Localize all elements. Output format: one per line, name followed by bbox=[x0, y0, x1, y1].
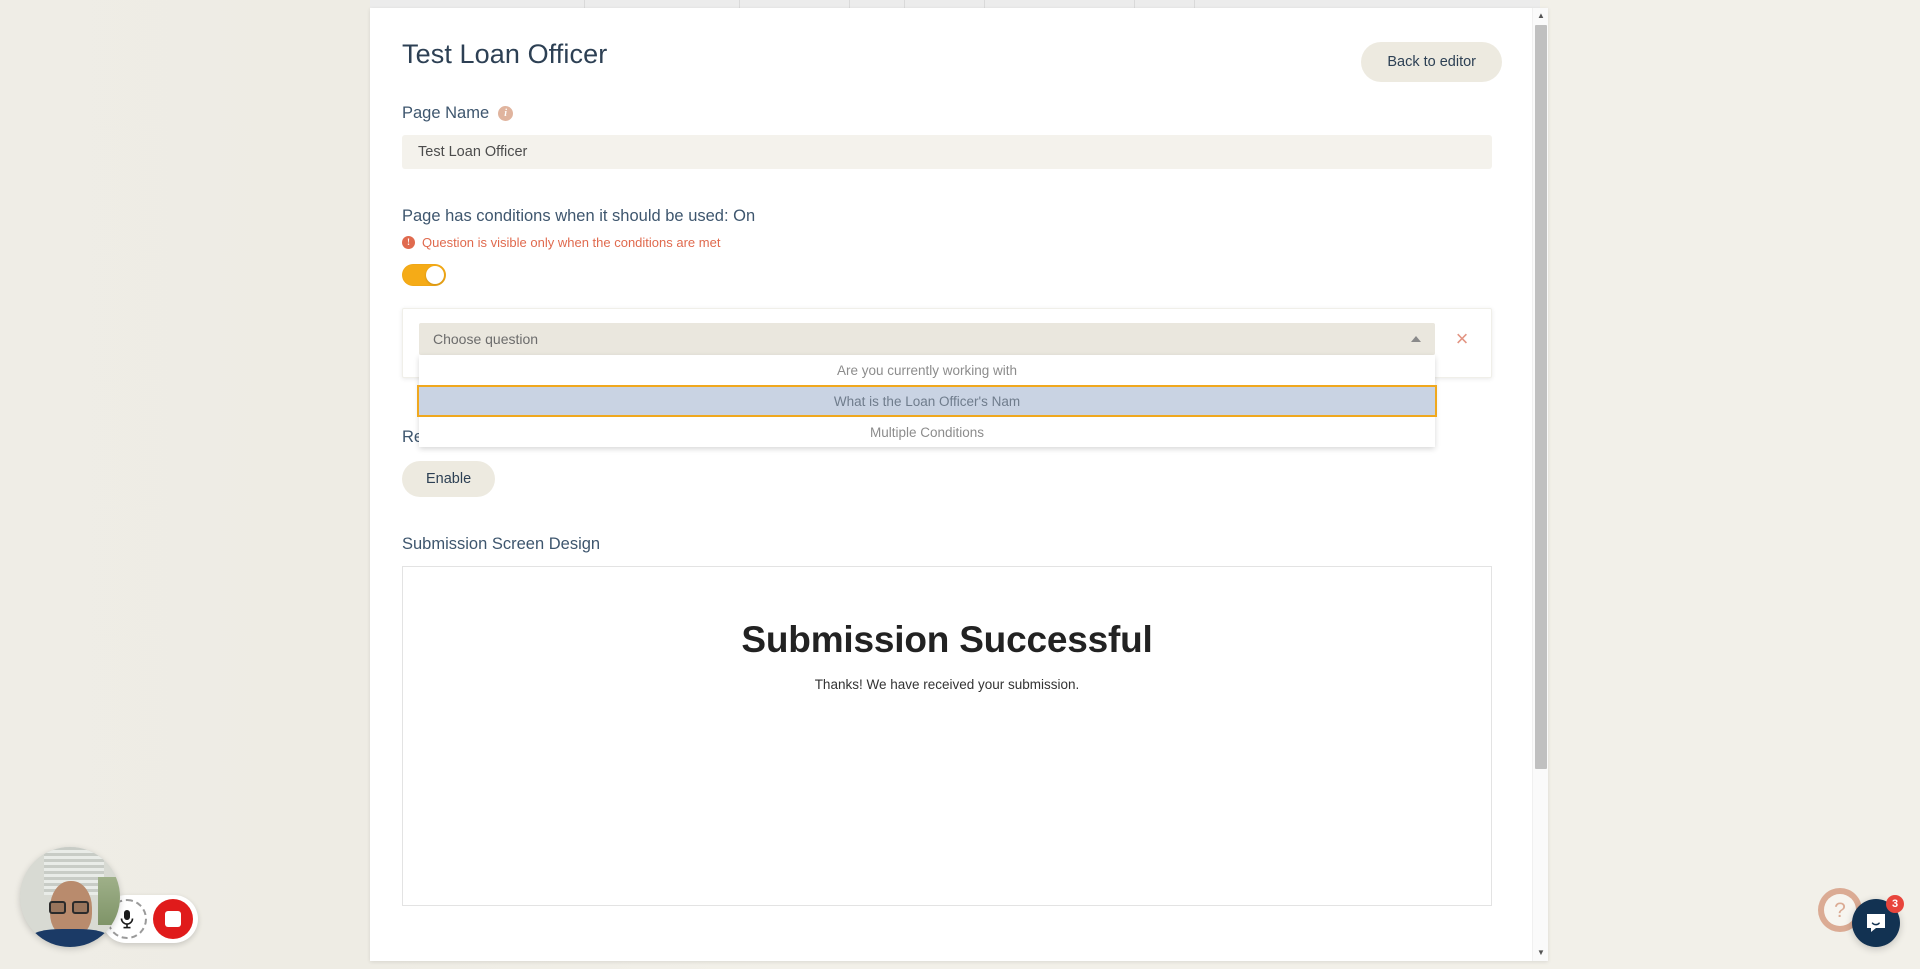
webcam-glasses-left bbox=[49, 901, 66, 914]
conditions-section: Page has conditions when it should be us… bbox=[402, 207, 1508, 286]
modal-header: Test Loan Officer Back to editor bbox=[402, 38, 1508, 82]
webcam-glasses-right bbox=[72, 901, 89, 914]
scrollbar-thumb[interactable] bbox=[1535, 25, 1547, 769]
webcam-preview[interactable] bbox=[20, 847, 120, 947]
question-select-placeholder: Choose question bbox=[433, 331, 539, 347]
question-select-menu: Are you currently working with What is t… bbox=[417, 355, 1437, 447]
select-option[interactable]: Are you currently working with bbox=[419, 355, 1435, 385]
submission-preview[interactable]: Submission Successful Thanks! We have re… bbox=[402, 566, 1492, 906]
submission-screen-section: Submission Screen Design Submission Succ… bbox=[402, 535, 1508, 906]
conditions-note-text: Question is visible only when the condit… bbox=[422, 235, 721, 250]
back-to-editor-button[interactable]: Back to editor bbox=[1361, 42, 1502, 82]
stop-recording-icon[interactable] bbox=[153, 899, 193, 939]
scroll-up-arrow-icon[interactable]: ▲ bbox=[1533, 8, 1548, 24]
warning-icon: ! bbox=[402, 236, 415, 249]
page-name-field-group: Page Name i bbox=[402, 104, 1508, 169]
close-icon[interactable]: × bbox=[1449, 326, 1475, 352]
chevron-up-icon[interactable] bbox=[1411, 336, 1421, 342]
screen-recorder-widget bbox=[20, 847, 198, 947]
chat-launcher-button[interactable]: 3 bbox=[1852, 895, 1904, 947]
conditions-title: Page has conditions when it should be us… bbox=[402, 207, 756, 225]
submission-heading: Submission Successful bbox=[741, 619, 1153, 660]
page-name-input[interactable] bbox=[402, 135, 1492, 169]
conditions-note: ! Question is visible only when the cond… bbox=[402, 235, 1508, 250]
select-option[interactable]: Multiple Conditions bbox=[419, 417, 1435, 447]
modal-scrollbar[interactable]: ▲ ▼ bbox=[1532, 8, 1548, 961]
conditions-toggle[interactable] bbox=[402, 264, 446, 286]
page-name-label-row: Page Name i bbox=[402, 104, 1508, 123]
page-settings-modal: Test Loan Officer Back to editor Page Na… bbox=[370, 8, 1548, 961]
webcam-window bbox=[98, 877, 120, 925]
submission-title: Submission Screen Design bbox=[402, 535, 601, 553]
webcam-person-shirt bbox=[32, 929, 108, 947]
question-select-wrapper: Choose question Are you currently workin… bbox=[417, 323, 1437, 447]
chat-unread-badge: 3 bbox=[1886, 895, 1904, 913]
toggle-knob bbox=[426, 266, 444, 284]
info-icon[interactable]: i bbox=[498, 106, 514, 121]
enable-redirect-button[interactable]: Enable bbox=[402, 461, 496, 497]
select-option-active[interactable]: What is the Loan Officer's Nam bbox=[417, 385, 1437, 417]
page-name-label: Page Name bbox=[402, 104, 490, 122]
scroll-down-arrow-icon[interactable]: ▼ bbox=[1533, 945, 1548, 961]
chat-bubble-icon bbox=[1867, 914, 1885, 932]
stop-square bbox=[165, 911, 181, 927]
question-select-control[interactable]: Choose question bbox=[419, 323, 1435, 355]
submission-subtext: Thanks! We have received your submission… bbox=[814, 677, 1080, 692]
condition-row-card: Choose question Are you currently workin… bbox=[402, 308, 1492, 447]
page-title: Test Loan Officer bbox=[402, 39, 608, 69]
